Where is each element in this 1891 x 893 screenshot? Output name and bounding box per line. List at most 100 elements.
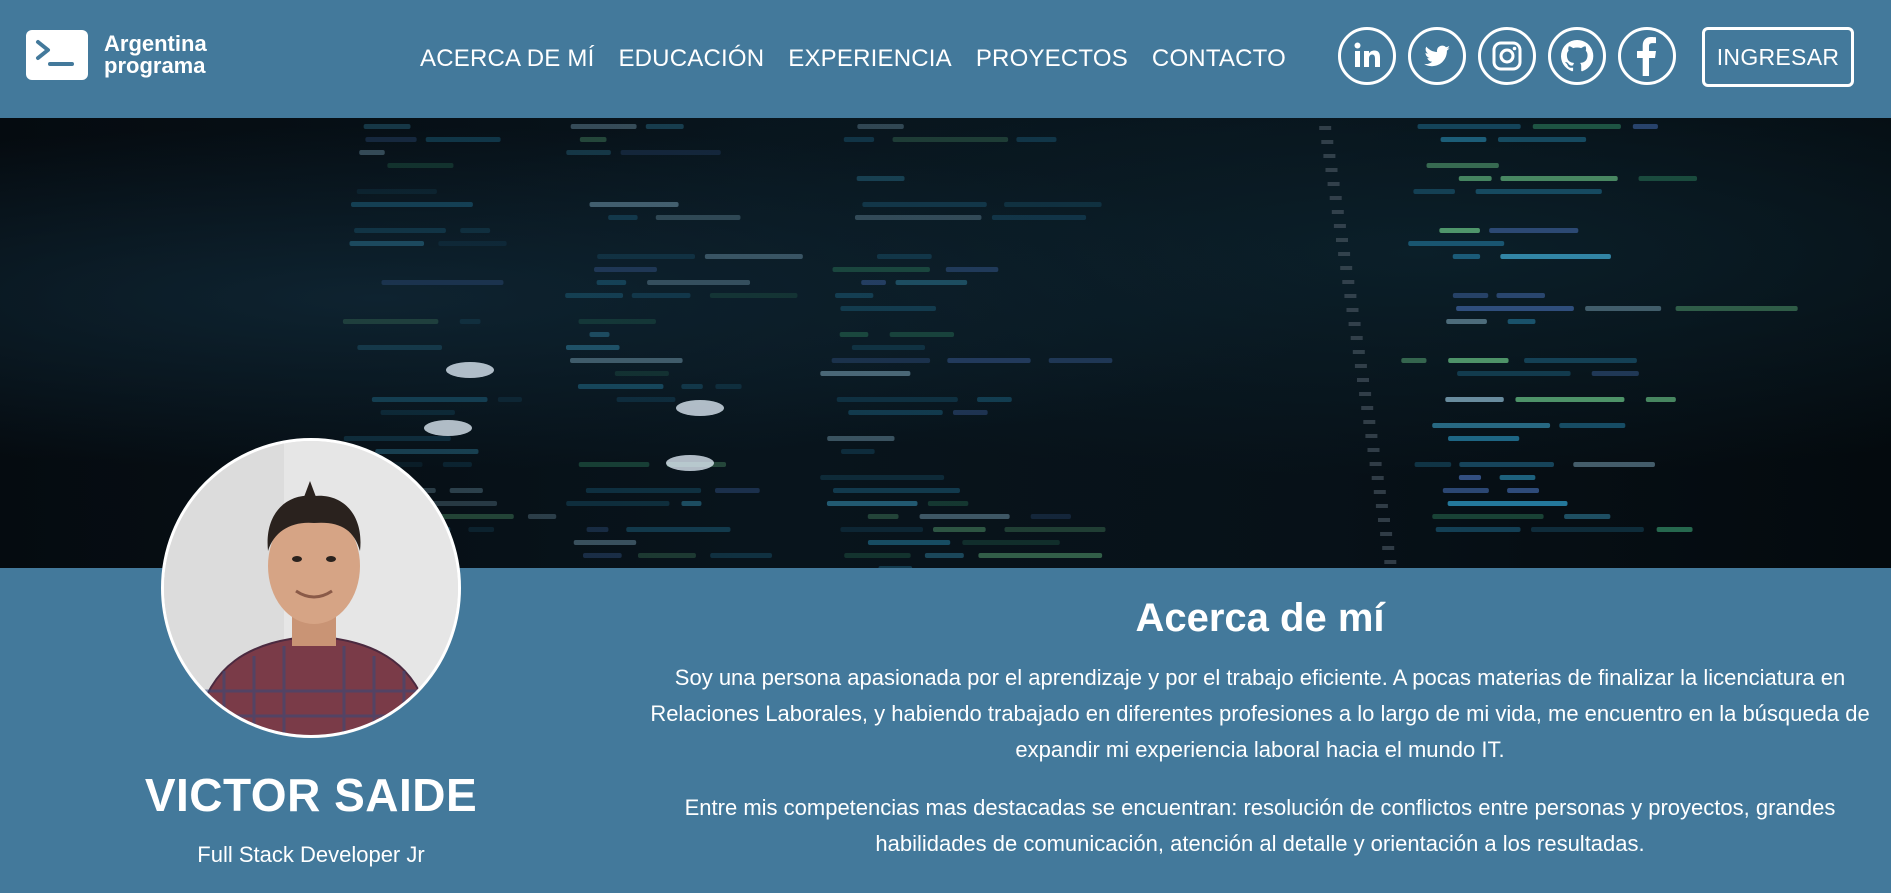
code-line-streak [527, 514, 557, 519]
login-button[interactable]: INGRESAR [1702, 27, 1854, 87]
bokeh-light [446, 362, 494, 378]
code-line-streak [1408, 241, 1505, 246]
nav-link-experiencia[interactable]: EXPERIENCIA [788, 44, 952, 74]
code-line-streak [851, 345, 925, 350]
code-line-streak [848, 410, 943, 415]
code-line-streak [381, 280, 504, 285]
code-line-streak [596, 280, 627, 285]
line-number-mark [1336, 238, 1348, 242]
code-line-streak [1048, 358, 1113, 363]
navbar: Argentina programa ACERCA DE MÍ EDUCACIÓ… [0, 0, 1891, 118]
code-line-streak [1591, 371, 1639, 376]
nav-link-contacto[interactable]: CONTACTO [1152, 44, 1286, 74]
code-line-streak [1645, 397, 1676, 402]
code-line-streak [1445, 397, 1504, 402]
code-line-streak [867, 514, 899, 519]
code-line-streak [844, 553, 911, 558]
code-line-streak [1435, 527, 1521, 532]
code-line-streak [578, 462, 650, 467]
github-icon[interactable] [1548, 27, 1606, 85]
code-line-streak [933, 527, 986, 532]
code-line-streak [468, 527, 495, 532]
code-line-streak [583, 553, 622, 558]
facebook-icon[interactable] [1618, 27, 1676, 85]
code-line-streak [681, 501, 702, 506]
code-line-streak [1426, 163, 1499, 168]
code-line-streak [460, 228, 491, 233]
code-line-streak [878, 566, 913, 568]
code-line-streak [867, 540, 951, 545]
code-line-streak [1448, 358, 1509, 363]
code-line-streak [371, 397, 488, 402]
nav-menu: ACERCA DE MÍ EDUCACIÓN EXPERIENCIA PROYE… [420, 44, 1310, 74]
code-line-streak [832, 267, 930, 272]
code-line-streak [857, 124, 904, 129]
code-line-streak [715, 384, 742, 389]
bokeh-light [424, 420, 472, 436]
code-line-streak [459, 319, 481, 324]
code-line-streak [833, 488, 960, 493]
line-number-mark [1348, 322, 1361, 326]
code-line-streak [343, 436, 451, 441]
code-line-streak [578, 319, 656, 324]
code-line-streak [1656, 527, 1693, 532]
code-line-streak [608, 215, 638, 220]
code-line-streak [1475, 189, 1602, 194]
code-line-streak [835, 293, 874, 298]
code-line-streak [570, 124, 637, 129]
code-line-streak [1507, 488, 1540, 493]
code-line-streak [586, 527, 609, 532]
brand-line-2: programa [104, 53, 206, 78]
line-number-mark [1373, 490, 1386, 494]
code-line-streak [342, 319, 439, 324]
code-line-streak [1632, 124, 1658, 129]
line-number-mark [1380, 532, 1393, 536]
code-line-streak [631, 293, 691, 298]
code-line-streak [589, 332, 610, 337]
code-line-streak [714, 488, 760, 493]
code-line-streak [616, 397, 676, 402]
bokeh-light [666, 455, 714, 471]
code-line-streak [862, 202, 987, 207]
code-line-streak [1414, 462, 1452, 467]
code-line-streak [1448, 436, 1520, 441]
code-line-streak [1413, 189, 1455, 194]
code-line-streak [565, 345, 620, 350]
code-line-streak [1500, 254, 1611, 259]
line-number-mark [1340, 266, 1353, 270]
code-line-streak [991, 215, 1087, 220]
code-line-streak [1016, 137, 1057, 142]
code-line-streak [442, 462, 472, 467]
code-line-streak [354, 228, 446, 233]
code-line-streak [1446, 319, 1487, 324]
about-paragraph-1: Soy una persona apasionada por el aprend… [650, 665, 1870, 762]
code-line-streak [854, 215, 982, 220]
code-line-streak [597, 254, 696, 259]
code-line-streak [876, 254, 932, 259]
code-line-streak [704, 254, 803, 259]
code-line-streak [579, 137, 607, 142]
bokeh-light [676, 400, 724, 416]
code-line-streak [820, 475, 945, 480]
code-line-streak [841, 449, 875, 454]
code-line-streak [1524, 358, 1637, 363]
line-number-mark [1369, 462, 1382, 466]
brand[interactable]: Argentina programa [26, 30, 207, 80]
code-line-streak [637, 553, 696, 558]
nav-link-acerca[interactable]: ACERCA DE MÍ [420, 44, 594, 74]
line-number-mark [1342, 280, 1355, 284]
code-line-streak [438, 241, 507, 246]
code-line-streak [1531, 527, 1644, 532]
code-line-streak [1532, 124, 1621, 129]
nav-link-proyectos[interactable]: PROYECTOS [976, 44, 1128, 74]
twitter-icon[interactable] [1408, 27, 1466, 85]
code-line-streak [570, 358, 683, 363]
linkedin-icon[interactable] [1338, 27, 1396, 85]
instagram-icon[interactable] [1478, 27, 1536, 85]
line-number-mark [1344, 294, 1357, 298]
profile-role: Full Stack Developer Jr [197, 842, 425, 867]
code-line-streak [614, 371, 669, 376]
code-line-streak [1442, 488, 1489, 493]
nav-link-educacion[interactable]: EDUCACIÓN [618, 44, 764, 74]
code-line-streak [1458, 475, 1482, 480]
